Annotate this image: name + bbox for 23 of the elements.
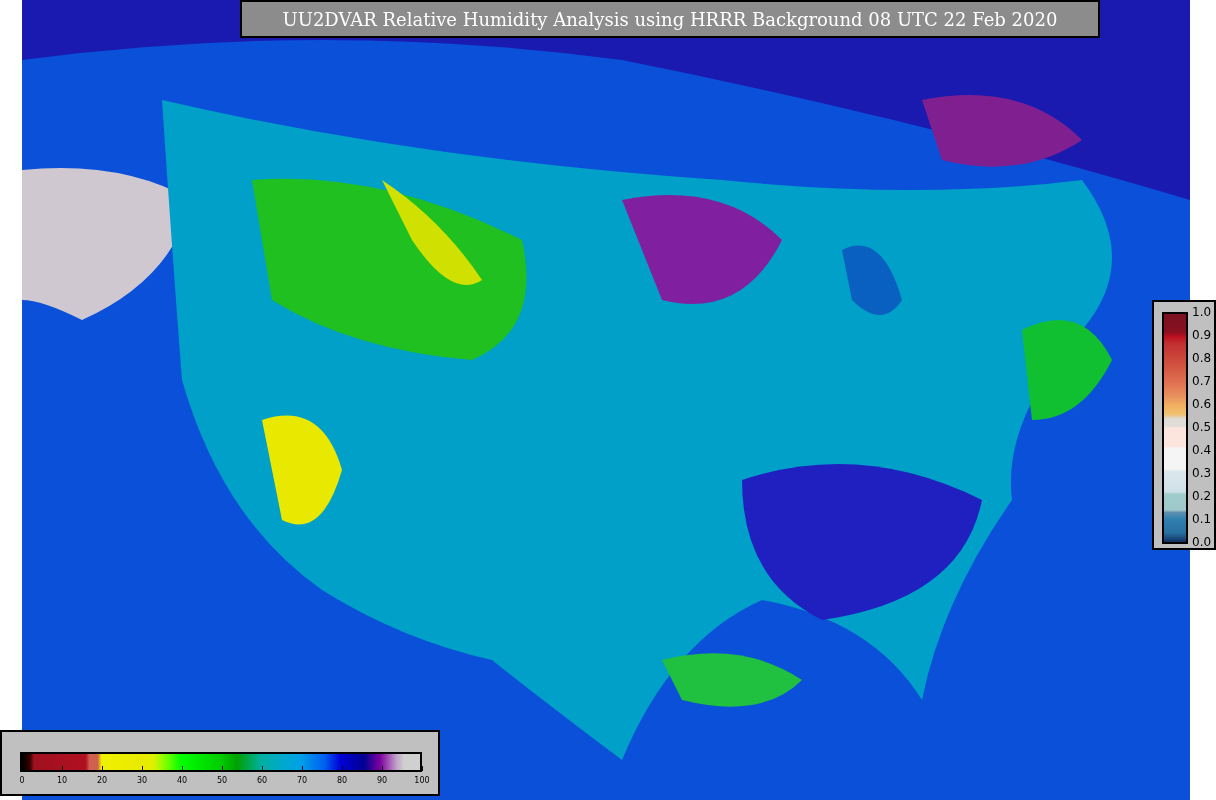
tick-label: 0.9: [1192, 328, 1212, 342]
tick-label: 70: [296, 776, 308, 785]
tick-label: 1.0: [1192, 305, 1212, 319]
tick-label: 0.0: [1192, 535, 1212, 549]
tick-label: 0.5: [1192, 420, 1212, 434]
tick-label: 0.3: [1192, 466, 1212, 480]
tick-label: 20: [96, 776, 108, 785]
tick-label: 50: [216, 776, 228, 785]
tick-label: 0.4: [1192, 443, 1212, 457]
tick-label: 0.7: [1192, 374, 1212, 388]
tick-label: 0.2: [1192, 489, 1212, 503]
tick-label: 0.1: [1192, 512, 1212, 526]
tick-label: 90: [376, 776, 388, 785]
tick-label: 0.6: [1192, 397, 1212, 411]
tick-label: 0: [19, 776, 25, 785]
tick-label: 80: [336, 776, 348, 785]
tick-label: 10: [56, 776, 68, 785]
map-title: UU2DVAR Relative Humidity Analysis using HRRR Background 08 UTC 22 Feb 2020: [240, 0, 1100, 38]
tick-label: 0.8: [1192, 351, 1212, 365]
tick-label: 30: [136, 776, 148, 785]
tick-label: 60: [256, 776, 268, 785]
tick-label: 100: [414, 776, 430, 785]
tick-label: 40: [176, 776, 188, 785]
